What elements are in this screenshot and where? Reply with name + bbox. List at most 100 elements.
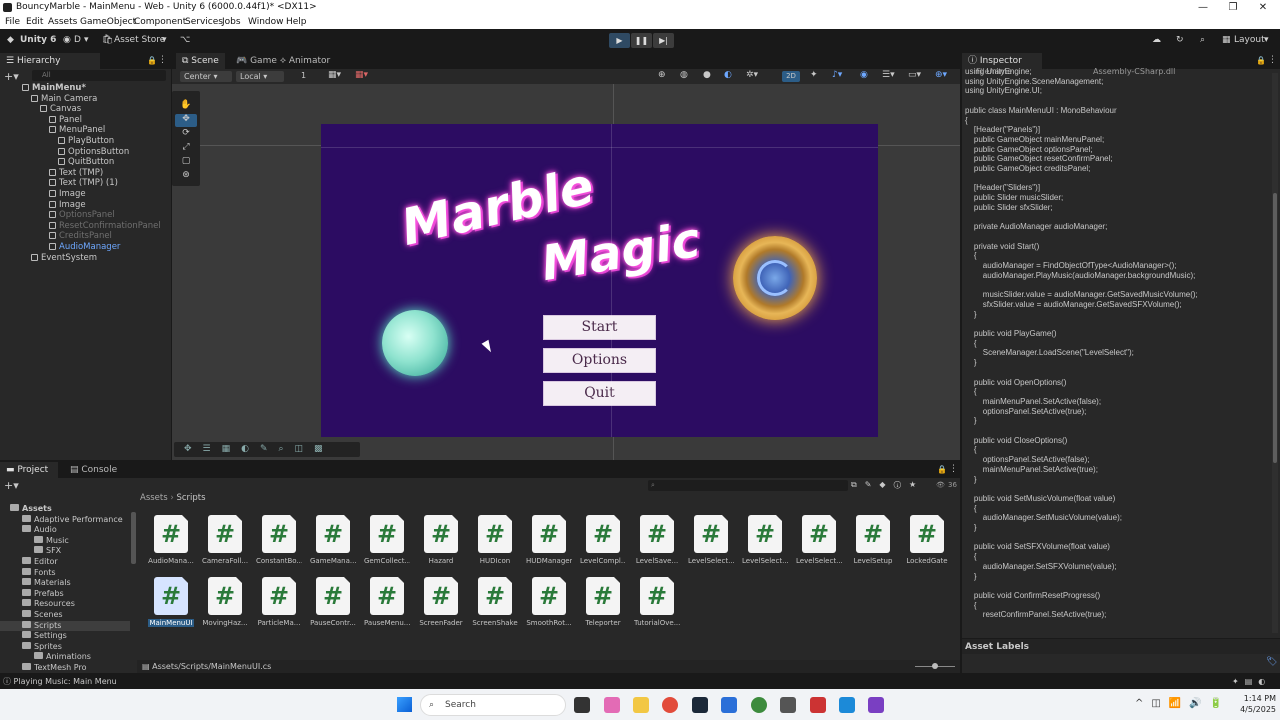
project-folder-item[interactable]: Prefabs [0,588,130,600]
tab-animator[interactable]: ⟡ Animator [274,53,336,69]
hierarchy-item[interactable]: ResetConfirmationPanel [49,221,161,231]
visual-studio-icon[interactable] [868,697,884,713]
audio-icon[interactable]: ♪▾ [832,70,842,80]
shaded-icon[interactable]: ● [703,70,711,80]
app-icon[interactable] [839,697,855,713]
menu-window[interactable]: Window [248,15,284,29]
more-icon[interactable]: ⋮ [158,55,167,65]
tab-hierarchy[interactable]: ☰ Hierarchy [0,53,100,69]
tag-icon[interactable]: 🏷 [1266,657,1277,667]
asset-labels-header[interactable]: Asset Labels [962,638,1280,654]
chrome-icon[interactable] [662,697,678,713]
version-control-icon[interactable]: ⌥ [180,35,190,45]
project-folder-item[interactable]: Editor [0,557,130,568]
project-search-input[interactable]: ⌕ [648,480,848,491]
tab-console[interactable]: ▤ Console [64,462,123,478]
add-asset-button[interactable]: +▾ [4,479,19,492]
project-folder-item[interactable]: Animations [0,652,130,663]
script-asset[interactable]: # MovingHaz... [202,577,248,627]
step-button[interactable]: ▶| [653,33,674,48]
center-view-icon[interactable]: ⊕ [658,70,666,80]
gizmos-icon[interactable]: ⊕▾ [935,70,947,80]
camera-icon[interactable]: ▭▾ [908,70,921,80]
minimize-button[interactable]: — [1188,0,1218,15]
script-asset[interactable]: # ScreenFader [418,577,464,627]
options-button[interactable]: Options [543,348,656,373]
script-asset[interactable]: # TutorialOve... [634,577,680,627]
script-asset[interactable]: # LevelSelect... [688,515,734,565]
script-asset[interactable]: # LevelSave... [634,515,680,565]
hierarchy-item[interactable]: Panel [49,115,82,125]
space-dropdown[interactable]: Local ▾ [236,71,284,82]
lock-icon[interactable]: 🔒 [147,56,157,65]
app-icon[interactable] [810,697,826,713]
hierarchy-item[interactable]: QuitButton [58,157,114,167]
history-icon[interactable]: ↻ [1176,35,1184,45]
wireframe-icon[interactable]: ◍ [680,70,688,80]
script-asset[interactable]: # LevelSelect... [796,515,842,565]
menu-help[interactable]: Help [286,15,307,29]
hierarchy-item[interactable]: Image [49,200,86,210]
script-asset[interactable]: # ConstantBo... [256,515,302,565]
task-view-icon[interactable] [574,697,590,713]
inspector-scrollbar[interactable] [1272,73,1278,633]
lighting-icon[interactable]: ✦ [810,70,818,80]
script-asset[interactable]: # LevelSelect... [742,515,788,565]
game-canvas[interactable]: Marble Magic Start Options Quit [321,124,878,437]
hierarchy-item[interactable]: Canvas [40,104,81,114]
project-folder-item[interactable]: Resources [0,599,130,610]
render-mode-icon[interactable]: ✲▾ [746,70,758,80]
script-asset[interactable]: # LevelCompl... [580,515,626,565]
slider-handle[interactable] [932,663,938,669]
grid-tools-overlay[interactable]: ✥☰▦◐✎⌕◫▩ [174,442,360,457]
script-asset[interactable]: # Teleporter [580,577,626,627]
increment-snap-icon[interactable]: ▦▾ [355,70,368,80]
menu-file[interactable]: File [5,15,20,29]
tree-scrollbar-thumb[interactable] [131,512,136,564]
steam-icon[interactable] [692,697,708,713]
script-asset[interactable]: # SmoothRot... [526,577,572,627]
layout-dropdown[interactable]: Layout [1234,35,1265,45]
project-folder-item[interactable]: Assets [0,504,130,515]
hierarchy-item[interactable]: Image [49,189,86,199]
copilot-icon[interactable] [604,697,620,713]
hierarchy-item[interactable]: AudioManager [0,242,171,252]
hierarchy-item[interactable]: Text (TMP) (1) [49,178,118,188]
lock-icon[interactable]: 🔒 [937,465,947,474]
script-asset[interactable]: # LockedGate [904,515,950,565]
hierarchy-search-input[interactable]: All [32,70,166,81]
hierarchy-item[interactable]: MainMenu* [22,83,86,93]
hierarchy-item[interactable]: CreditsPanel [49,231,112,241]
menu-assets[interactable]: Assets [48,15,77,29]
hierarchy-item[interactable]: Text (TMP) [49,168,103,178]
project-folder-item[interactable]: Adaptive Performance [0,514,130,526]
menu-gameobject[interactable]: GameObject [80,15,136,29]
tab-project[interactable]: ▬ Project [0,462,58,478]
taskbar-search-box[interactable]: ⌕ Search [420,694,566,716]
chrome-profile-icon[interactable] [751,697,767,713]
move-tool-icon[interactable]: ✥ [175,114,197,127]
maximize-button[interactable]: ❐ [1218,0,1248,15]
script-asset[interactable]: # HUDIcon [472,515,518,565]
project-folder-item[interactable]: Music [0,535,130,547]
lock-icon[interactable]: 🔒 [1256,56,1266,65]
quit-button[interactable]: Quit [543,381,656,406]
account-icon[interactable]: ◉ [63,35,71,45]
hand-tool-icon[interactable]: ✋ [175,100,197,113]
rotate-tool-icon[interactable]: ⟳ [175,128,197,141]
app-icon[interactable] [721,697,737,713]
search-icon[interactable]: ⌕ [1200,35,1205,45]
pivot-dropdown[interactable]: Center ▾ [180,71,232,82]
hierarchy-item[interactable]: EventSystem [31,253,97,263]
filter-icons[interactable]: ⧉✎◆ⓘ★ [851,480,924,490]
more-icon[interactable]: ⋮ [949,464,958,474]
play-button[interactable]: ▶ [609,33,630,48]
close-button[interactable]: ✕ [1248,0,1278,15]
project-folder-item[interactable]: Materials [0,578,130,589]
clock[interactable]: 1:14 PM 4/5/2025 [1224,693,1276,715]
pause-button[interactable]: ❚❚ [631,33,652,48]
script-asset[interactable]: # PauseMenu... [364,577,410,627]
hierarchy-item[interactable]: PlayButton [58,136,114,146]
script-asset[interactable]: # PauseContr... [310,577,356,627]
scrollbar-thumb[interactable] [1273,193,1277,463]
